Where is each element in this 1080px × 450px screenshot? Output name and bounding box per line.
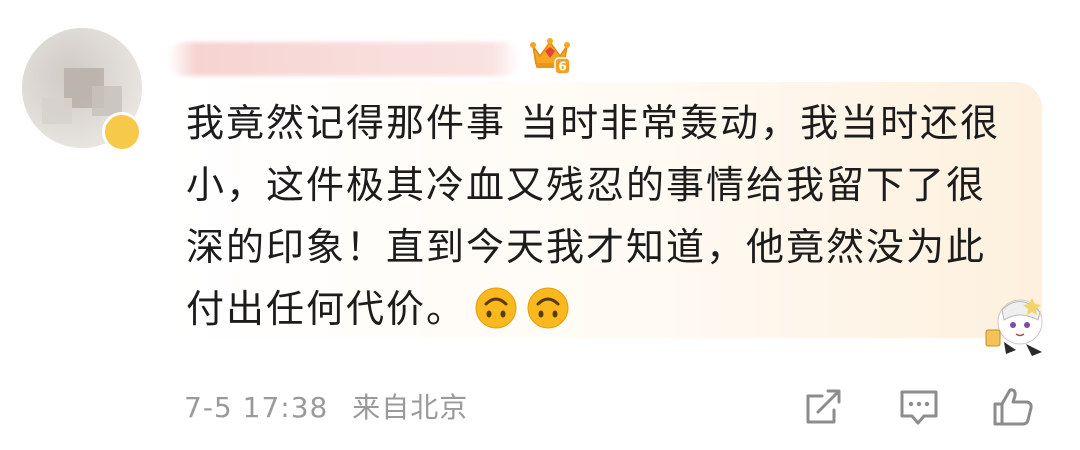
username[interactable] xyxy=(168,42,520,76)
location: 来自北京 xyxy=(352,391,469,424)
comment-icon[interactable] xyxy=(896,384,942,430)
comment-meta: 7-5 17:38 来自北京 xyxy=(184,386,468,426)
comment-text-block[interactable]: 我竟然记得那件事 当时非常轰动，我当时还很小，这件极其冷血又残忍的事情给我留下了… xyxy=(186,92,1006,340)
user-level-number: 6 xyxy=(558,60,566,74)
verified-badge-icon xyxy=(102,112,142,152)
comment-text: 我竟然记得那件事 当时非常轰动，我当时还很小，这件极其冷血又残忍的事情给我留下了… xyxy=(186,101,1001,331)
comment-card: 6 我竟然记得那件事 当时非常轰动，我当时还很小，这件极其冷血又残忍的事情给我留… xyxy=(0,0,1080,450)
thumbs-up-icon[interactable] xyxy=(990,384,1036,430)
bubble-decoration-sticker-icon xyxy=(985,298,1043,356)
avatar-pixel-block xyxy=(42,98,72,124)
upside-down-face-icon xyxy=(527,287,569,329)
upside-down-face-icon xyxy=(475,287,517,329)
share-icon[interactable] xyxy=(800,384,846,430)
timestamp: 7-5 17:38 xyxy=(184,391,329,424)
crown-level-icon: 6 xyxy=(530,38,571,75)
